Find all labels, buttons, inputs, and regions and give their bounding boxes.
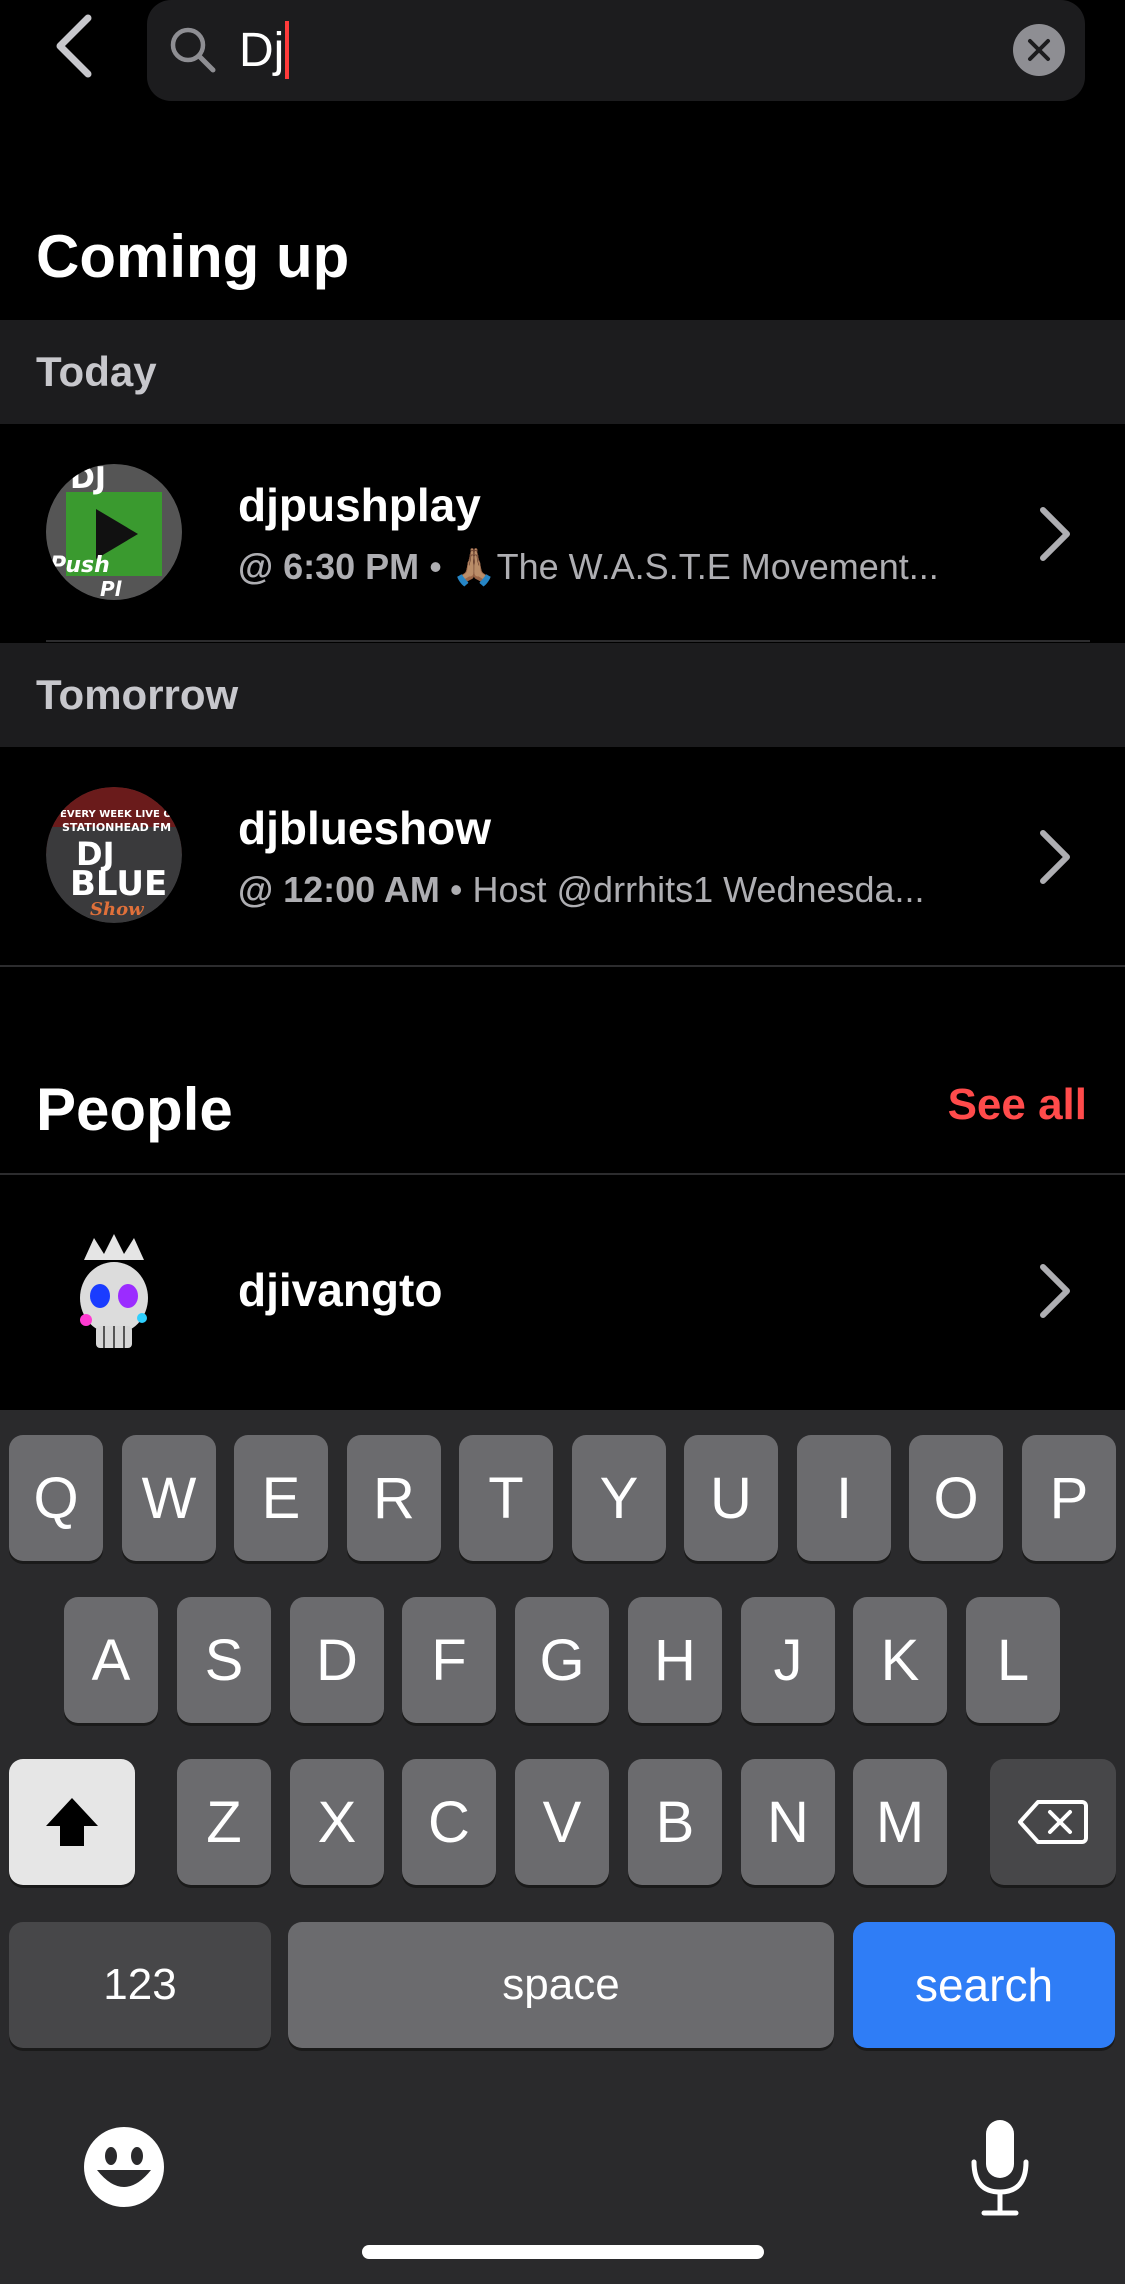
text-caret [285, 21, 290, 79]
key-d[interactable]: D [290, 1597, 384, 1723]
key-a[interactable]: A [64, 1597, 158, 1723]
avatar-djblueshow: EVERY WEEK LIVE ON STATIONHEAD FM DJ BLU… [46, 787, 182, 923]
avatar-djivangto [46, 1230, 182, 1366]
row-divider [0, 965, 1125, 967]
event-time: @ 12:00 AM [238, 869, 440, 910]
section-title-people: People [36, 1076, 233, 1143]
search-bar[interactable]: Dj [147, 0, 1085, 101]
svg-text:Push: Push [50, 553, 110, 578]
key-x[interactable]: X [290, 1759, 384, 1885]
day-header-tomorrow: Tomorrow [0, 643, 1125, 747]
backspace-key[interactable] [990, 1759, 1116, 1885]
search-input-value: Dj [239, 23, 285, 77]
svg-text:DJ: DJ [70, 464, 106, 496]
section-title-coming-up: Coming up [36, 223, 350, 290]
shift-key[interactable] [9, 1759, 135, 1885]
separator-dot: • [429, 546, 442, 587]
search-key[interactable]: search [853, 1922, 1115, 2048]
avatar-djpushplay: DJ Push Pl [46, 464, 182, 600]
event-title: djpushplay [238, 479, 481, 531]
key-f[interactable]: F [402, 1597, 496, 1723]
svg-text:STATIONHEAD FM: STATIONHEAD FM [62, 821, 171, 834]
event-row-djblueshow[interactable]: EVERY WEEK LIVE ON STATIONHEAD FM DJ BLU… [0, 747, 1125, 963]
row-divider [46, 640, 1090, 642]
person-name: djivangto [238, 1264, 443, 1316]
microphone-icon [971, 2120, 1029, 2216]
keyboard: Q W E R T Y U I O P A S D F G H J K L Z … [0, 1410, 1125, 2284]
event-description: 🙏🏽The W.A.S.T.E Movement... [451, 546, 939, 587]
key-n[interactable]: N [741, 1759, 835, 1885]
see-all-link[interactable]: See all [948, 1080, 1087, 1130]
key-v[interactable]: V [515, 1759, 609, 1885]
key-k[interactable]: K [853, 1597, 947, 1723]
dictation-button[interactable] [968, 2118, 1032, 2218]
chevron-left-icon [56, 14, 92, 78]
key-r[interactable]: R [347, 1435, 441, 1561]
key-j[interactable]: J [741, 1597, 835, 1723]
svg-text:BLUE: BLUE [70, 864, 167, 904]
separator-dot: • [449, 869, 463, 910]
back-button[interactable] [44, 6, 104, 86]
event-row-djpushplay[interactable]: DJ Push Pl djpushplay @ 6:30 PM • 🙏🏽The … [0, 424, 1125, 640]
key-w[interactable]: W [122, 1435, 216, 1561]
dj-blue-show-logo: EVERY WEEK LIVE ON STATIONHEAD FM DJ BLU… [46, 787, 182, 923]
crowned-skull-logo [80, 1234, 148, 1348]
key-b[interactable]: B [628, 1759, 722, 1885]
backspace-icon [1018, 1800, 1088, 1844]
space-key[interactable]: space [288, 1922, 834, 2048]
key-g[interactable]: G [515, 1597, 609, 1723]
person-row-djivangto[interactable]: djivangto [0, 1175, 1125, 1405]
key-s[interactable]: S [177, 1597, 271, 1723]
clear-search-button[interactable] [1013, 24, 1065, 76]
key-z[interactable]: Z [177, 1759, 271, 1885]
chevron-right-icon [1040, 830, 1070, 884]
key-e[interactable]: E [234, 1435, 328, 1561]
event-title: djblueshow [238, 802, 491, 854]
key-t[interactable]: T [459, 1435, 553, 1561]
home-indicator [362, 2245, 764, 2259]
search-icon [170, 27, 216, 73]
day-header-today: Today [0, 320, 1125, 424]
shift-arrow-icon [46, 1798, 98, 1846]
numbers-key[interactable]: 123 [9, 1922, 271, 2048]
emoji-icon [84, 2127, 164, 2207]
svg-text:Pl: Pl [100, 577, 123, 600]
key-c[interactable]: C [402, 1759, 496, 1885]
event-time: @ 6:30 PM [238, 546, 420, 587]
chevron-right-icon [1040, 507, 1070, 561]
key-p[interactable]: P [1022, 1435, 1116, 1561]
key-q[interactable]: Q [9, 1435, 103, 1561]
svg-text:EVERY WEEK LIVE ON: EVERY WEEK LIVE ON [60, 809, 180, 820]
event-subtitle: @ 6:30 PM • 🙏🏽The W.A.S.T.E Movement... [238, 546, 939, 588]
svg-text:Show: Show [90, 899, 145, 920]
key-i[interactable]: I [797, 1435, 891, 1561]
key-o[interactable]: O [909, 1435, 1003, 1561]
event-subtitle: @ 12:00 AM • Host @drrhits1 Wednesda... [238, 869, 925, 911]
event-description: Host @drrhits1 Wednesda... [472, 869, 925, 910]
chevron-right-icon [1040, 1264, 1070, 1318]
close-icon [1028, 39, 1050, 61]
emoji-button[interactable] [83, 2126, 165, 2208]
key-u[interactable]: U [684, 1435, 778, 1561]
search-input[interactable]: Dj [239, 14, 290, 86]
key-m[interactable]: M [853, 1759, 947, 1885]
key-l[interactable]: L [966, 1597, 1060, 1723]
dj-push-play-logo: DJ Push Pl [46, 464, 182, 600]
key-h[interactable]: H [628, 1597, 722, 1723]
key-y[interactable]: Y [572, 1435, 666, 1561]
